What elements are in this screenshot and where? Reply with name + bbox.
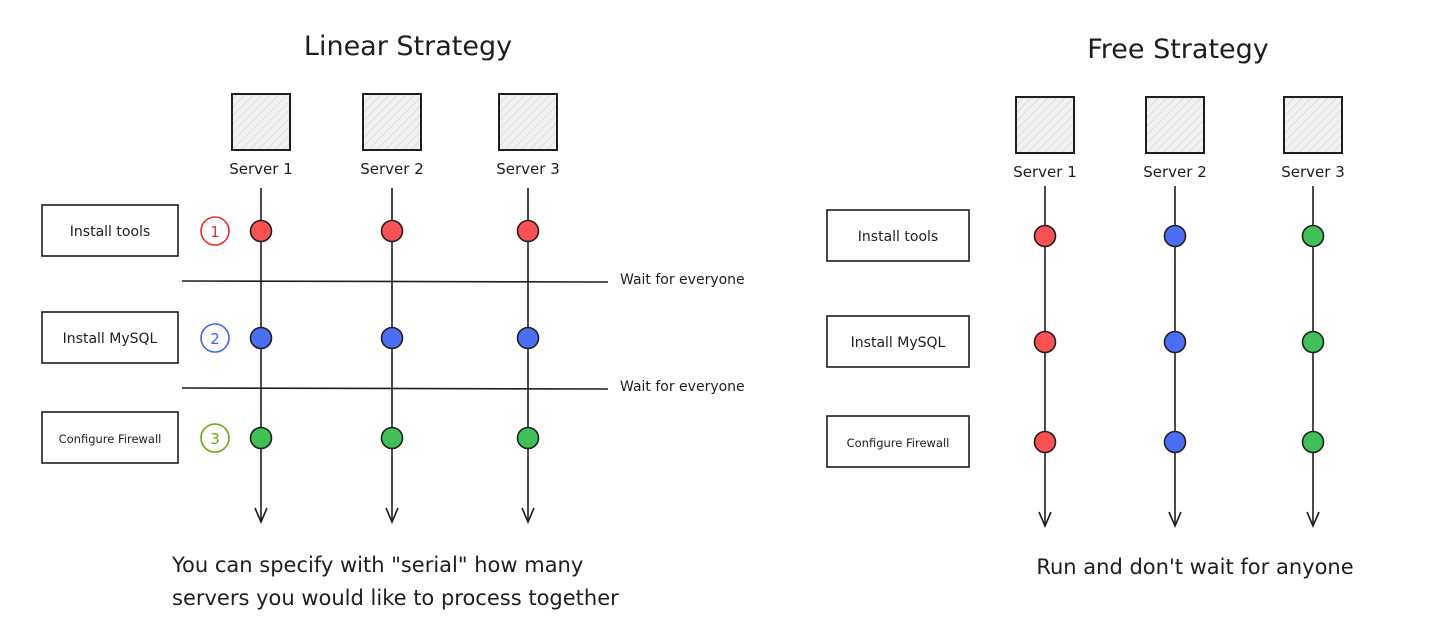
task-dot-s2-t3	[1163, 430, 1187, 454]
linear-caption: You can specify with "serial" how many s…	[171, 553, 619, 610]
task-dot-s3-t2	[1301, 330, 1325, 354]
server-2-box	[362, 93, 422, 151]
task-label-2: Install MySQL	[851, 335, 946, 351]
linear-title: Linear Strategy	[304, 31, 512, 62]
task-label-1: Install tools	[70, 224, 150, 240]
task-label-2: Install MySQL	[63, 331, 158, 347]
server-2-label: Server 2	[360, 160, 424, 178]
task-dot-s3-t3	[516, 426, 540, 450]
task-dot-s1-t3	[249, 426, 273, 450]
task-label-1: Install tools	[858, 229, 938, 245]
linear-caption-line-2: servers you would like to process togeth…	[172, 586, 619, 610]
task-dot-s2-t2	[380, 326, 404, 350]
free-strategy-panel: Free Strategy Server 1 Server 2 Server 3 In…	[826, 34, 1345, 529]
linear-caption-line-1: You can specify with "serial" how many	[171, 553, 583, 577]
wait-barrier-label-2: Wait for everyone	[620, 379, 745, 395]
server-2-box	[1145, 96, 1205, 154]
step-number-1: 1	[210, 223, 220, 241]
strategy-diagram: Linear Strategy Server 1 Server 2 Server 3…	[41, 31, 1354, 610]
server-1-label: Server 1	[1013, 163, 1077, 181]
wait-barrier-line-1	[181, 280, 609, 283]
task-dot-s3-t2	[516, 326, 540, 350]
server-1-label: Server 1	[229, 160, 293, 178]
wait-barrier-label-1: Wait for everyone	[620, 272, 745, 288]
task-dot-s1-t1	[1033, 224, 1057, 248]
task-dot-s2-t1	[380, 219, 404, 243]
server-3-label: Server 3	[496, 160, 560, 178]
server-1-box	[231, 93, 291, 151]
linear-strategy-panel: Linear Strategy Server 1 Server 2 Server 3…	[41, 31, 745, 525]
server-3-box	[498, 93, 558, 151]
task-dot-s1-t1	[249, 219, 273, 243]
task-dot-s1-t2	[249, 326, 273, 350]
step-number-3: 3	[210, 430, 220, 448]
free-title: Free Strategy	[1087, 34, 1269, 65]
task-dot-s1-t2	[1033, 330, 1057, 354]
task-label-3: Configure Firewall	[847, 436, 950, 450]
server-2-label: Server 2	[1143, 163, 1207, 181]
wait-barrier-line-2	[181, 387, 609, 390]
task-dot-s2-t3	[380, 426, 404, 450]
step-number-2: 2	[210, 330, 220, 348]
task-label-3: Configure Firewall	[59, 432, 162, 446]
task-dot-s3-t1	[1301, 224, 1325, 248]
task-dot-s3-t3	[1301, 430, 1325, 454]
task-dot-s3-t1	[516, 219, 540, 243]
server-3-box	[1283, 96, 1343, 154]
free-caption: Run and don't wait for anyone	[1036, 555, 1353, 579]
task-dot-s1-t3	[1033, 430, 1057, 454]
server-3-label: Server 3	[1281, 163, 1345, 181]
task-dot-s2-t2	[1163, 330, 1187, 354]
server-1-box	[1015, 96, 1075, 154]
task-dot-s2-t1	[1163, 224, 1187, 248]
